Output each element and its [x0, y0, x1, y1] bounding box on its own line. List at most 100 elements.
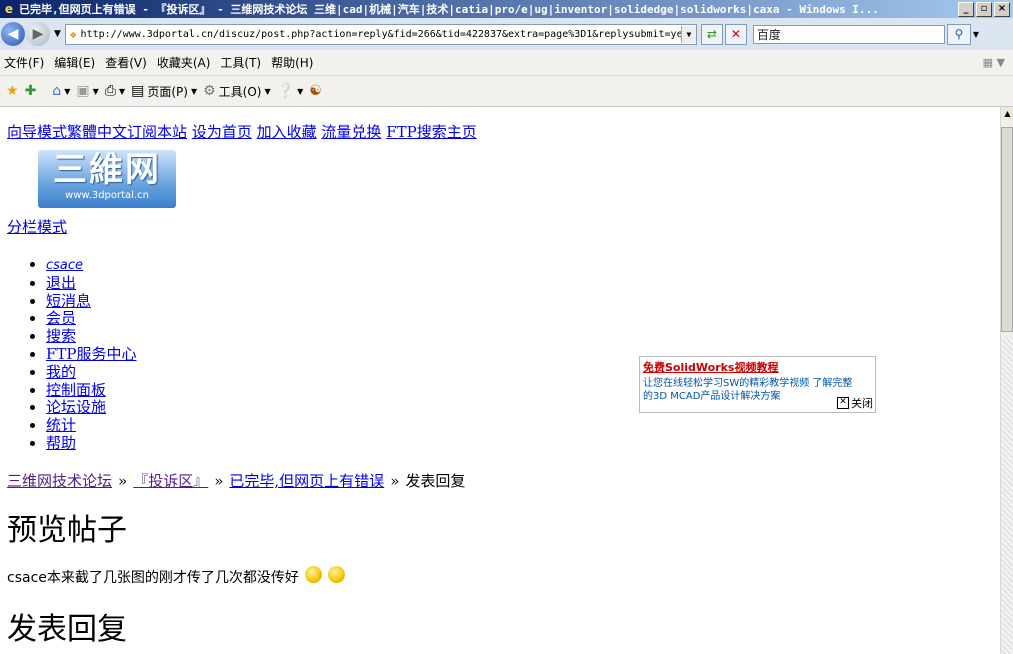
print-dropdown-icon[interactable]: ▼ [119, 87, 125, 96]
forward-button[interactable]: ▶ [26, 22, 50, 46]
toolbar-options-icon[interactable]: ▦ ▼ [983, 56, 1005, 69]
feeds-icon[interactable]: ▣ [76, 83, 89, 99]
nav-members[interactable]: 会员 [46, 309, 76, 327]
scroll-thumb[interactable] [1001, 127, 1013, 332]
page-favicon-icon: ❖ [69, 27, 77, 41]
breadcrumb-current: 发表回复 [405, 472, 466, 490]
menu-favorites[interactable]: 收藏夹(A) [157, 54, 217, 71]
breadcrumb-forum[interactable]: 三维网技术论坛 [7, 472, 112, 490]
print-icon[interactable]: ⎙ [105, 83, 116, 99]
list-item: 我的 [46, 363, 137, 382]
window-controls: _ ▫ × [958, 1, 1010, 17]
link-add-favorites[interactable]: 加入收藏 [257, 123, 317, 141]
add-favorite-icon[interactable]: ✚ [25, 83, 37, 99]
list-item: 统计 [46, 416, 137, 435]
list-item: 退出 [46, 274, 137, 293]
breadcrumb-thread[interactable]: 已完毕,但网页上有错误 [229, 472, 384, 490]
list-item: 搜索 [46, 327, 137, 346]
ad-description-line2[interactable]: 的3D MCAD产品设计解决方案 [643, 387, 780, 402]
home-icon[interactable]: ⌂ [52, 83, 61, 99]
menu-edit[interactable]: 编辑(E) [54, 54, 101, 71]
menu-tools[interactable]: 工具(T) [220, 54, 267, 71]
link-traffic-exchange[interactable]: 流量兑换 [321, 123, 381, 141]
nav-control-panel[interactable]: 控制面板 [46, 381, 106, 399]
ad-close-label: 关闭 [851, 397, 873, 410]
ad-title-link[interactable]: 免费SolidWorks视频教程 [643, 359, 778, 375]
command-bar: ★ ✚ ⌂ ▼ ▣ ▼ ⎙ ▼ ▤ 页面(P) ▼ ⚙ 工具(O) ▼ ❔ ▼ … [0, 76, 1013, 107]
search-options-dropdown-icon[interactable]: ▼ [973, 30, 979, 39]
smiley-icon [327, 565, 345, 583]
address-dropdown-icon[interactable]: ▼ [680, 25, 696, 43]
link-ftp-search[interactable]: FTP搜索主页 [386, 123, 477, 141]
url-text[interactable]: http://www.3dportal.cn/discuz/post.php?a… [81, 29, 681, 40]
home-dropdown-icon[interactable]: ▼ [64, 87, 70, 96]
ad-close-button[interactable]: ✕ 关闭 [837, 395, 873, 411]
address-field[interactable]: ❖ http://www.3dportal.cn/discuz/post.php… [64, 23, 697, 45]
close-window-button[interactable]: × [994, 1, 1010, 17]
nav-stats[interactable]: 统计 [46, 416, 76, 434]
list-item: 控制面板 [46, 381, 137, 400]
breadcrumb: 三维网技术论坛 » 『投诉区』 » 已完毕,但网页上有错误 » 发表回复 [7, 470, 465, 491]
tools-menu[interactable]: 工具(O) [219, 83, 262, 100]
back-button[interactable]: ◀ [1, 22, 25, 46]
ie-logo-icon: e [4, 2, 14, 16]
feeds-dropdown-icon[interactable]: ▼ [93, 87, 99, 96]
post-text: csace本来截了几张图的刚才传了几次都没传好 [7, 570, 299, 586]
window-title: 已完毕,但网页上有错误 - 『投诉区』 - 三维网技术论坛 三维|cad|机械|… [19, 3, 879, 16]
page-content: 向导模式繁體中文订阅本站 设为首页 加入收藏 流量兑换 FTP搜索主页 三維网 … [0, 107, 1000, 654]
breadcrumb-complaints[interactable]: 『投诉区』 [133, 472, 208, 490]
list-item: csace [46, 256, 137, 275]
nav-username[interactable]: csace [46, 258, 83, 273]
list-item: 论坛设施 [46, 398, 137, 417]
list-item: FTP服务中心 [46, 345, 137, 364]
help-icon[interactable]: ❔ [277, 83, 294, 99]
user-nav-list: csace 退出 短消息 会员 搜索 FTP服务中心 我的 控制面板 论坛设施 … [28, 256, 137, 453]
scroll-track[interactable] [1001, 337, 1013, 654]
nav-help[interactable]: 帮助 [46, 434, 76, 452]
vertical-scrollbar[interactable]: ▲ [1000, 107, 1013, 654]
search-button[interactable]: ⚲ [946, 23, 971, 45]
minimize-button[interactable]: _ [958, 1, 974, 17]
nav-logout[interactable]: 退出 [46, 274, 76, 292]
tools-gear-icon[interactable]: ⚙ [203, 83, 216, 99]
tools-dropdown-icon[interactable]: ▼ [264, 87, 270, 96]
favorites-star-icon[interactable]: ★ [6, 83, 19, 99]
post-preview: csace本来截了几张图的刚才传了几次都没传好 [7, 565, 345, 587]
top-links: 向导模式繁體中文订阅本站 设为首页 加入收藏 流量兑换 FTP搜索主页 [7, 121, 477, 142]
menu-bar: 文件(F) 编辑(E) 查看(V) 收藏夹(A) 工具(T) 帮助(H) ▦ ▼ [0, 50, 1013, 76]
link-set-homepage[interactable]: 设为首页 [192, 123, 252, 141]
stop-button[interactable]: ✕ [724, 23, 747, 45]
history-dropdown-icon[interactable]: ▼ [54, 29, 61, 39]
page-menu[interactable]: 页面(P) [147, 83, 188, 100]
menu-view[interactable]: 查看(V) [105, 54, 153, 71]
list-item: 帮助 [46, 434, 137, 453]
nav-search[interactable]: 搜索 [46, 327, 76, 345]
link-traditional-chinese[interactable]: 繁體中文 [67, 123, 127, 141]
page-icon[interactable]: ▤ [131, 83, 144, 99]
link-wizard-mode[interactable]: 向导模式 [7, 123, 67, 141]
restore-button[interactable]: ▫ [976, 1, 992, 17]
nav-my[interactable]: 我的 [46, 363, 76, 381]
ad-box: 免费SolidWorks视频教程 让您在线轻松学习SW的精彩教学视频 了解完整 … [639, 356, 876, 413]
help-dropdown-icon[interactable]: ▼ [297, 87, 303, 96]
refresh-button[interactable]: ⇄ [700, 23, 723, 45]
link-subscribe[interactable]: 订阅本站 [127, 123, 187, 141]
nav-forum-facilities[interactable]: 论坛设施 [46, 398, 106, 416]
list-item: 会员 [46, 309, 137, 328]
preview-heading: 预览帖子 [7, 513, 127, 548]
address-toolbar: ◀ ▶ ▼ ❖ http://www.3dportal.cn/discuz/po… [0, 18, 1013, 50]
page-dropdown-icon[interactable]: ▼ [191, 87, 197, 96]
site-logo[interactable]: 三維网 www.3dportal.cn [38, 150, 176, 208]
logo-url: www.3dportal.cn [65, 190, 149, 201]
window-title-bar: e 已完毕,但网页上有错误 - 『投诉区』 - 三维网技术论坛 三维|cad|机… [0, 0, 1013, 18]
research-icon[interactable]: ☯ [309, 83, 322, 99]
nav-messages[interactable]: 短消息 [46, 292, 91, 310]
search-input[interactable]: 百度 [752, 24, 945, 44]
list-item: 短消息 [46, 292, 137, 311]
menu-file[interactable]: 文件(F) [4, 54, 50, 71]
close-icon: ✕ [837, 397, 849, 409]
column-mode-link[interactable]: 分栏模式 [7, 216, 67, 237]
nav-ftp-center[interactable]: FTP服务中心 [46, 345, 137, 363]
menu-help[interactable]: 帮助(H) [271, 54, 319, 71]
scroll-up-icon[interactable]: ▲ [1001, 107, 1013, 120]
